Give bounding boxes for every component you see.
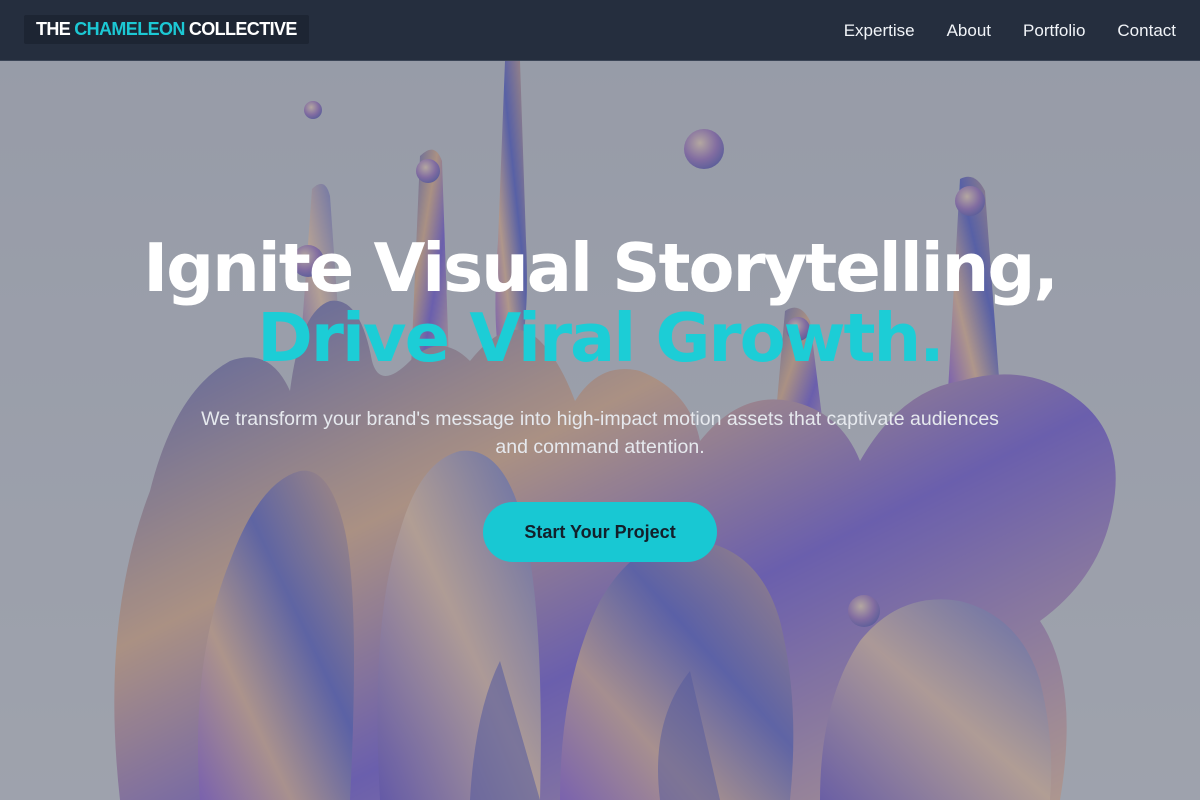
logo-text-collective: COLLECTIVE: [188, 19, 298, 39]
main-nav: Expertise About Portfolio Contact: [812, 0, 1176, 61]
nav-link-contact[interactable]: Contact: [1117, 21, 1176, 41]
brand-logo[interactable]: THE CHAMELEON COLLECTIVE: [24, 15, 309, 44]
hero-headline: Ignite Visual Storytelling, Drive Viral …: [0, 233, 1200, 373]
site-header: THE CHAMELEON COLLECTIVE Expertise About…: [0, 0, 1200, 61]
nav-link-about[interactable]: About: [947, 21, 991, 41]
hero-subtext: We transform your brand's message into h…: [201, 408, 999, 458]
logo-text-chameleon: CHAMELEON: [74, 19, 185, 39]
logo-text-the: THE: [36, 19, 71, 39]
start-project-button[interactable]: Start Your Project: [483, 502, 717, 562]
hero-section: Ignite Visual Storytelling, Drive Viral …: [0, 61, 1200, 800]
nav-link-portfolio[interactable]: Portfolio: [1023, 21, 1085, 41]
nav-link-expertise[interactable]: Expertise: [844, 21, 915, 41]
headline-line-1: Ignite Visual Storytelling,: [143, 229, 1059, 307]
headline-line-2: Drive Viral Growth.: [257, 299, 944, 377]
